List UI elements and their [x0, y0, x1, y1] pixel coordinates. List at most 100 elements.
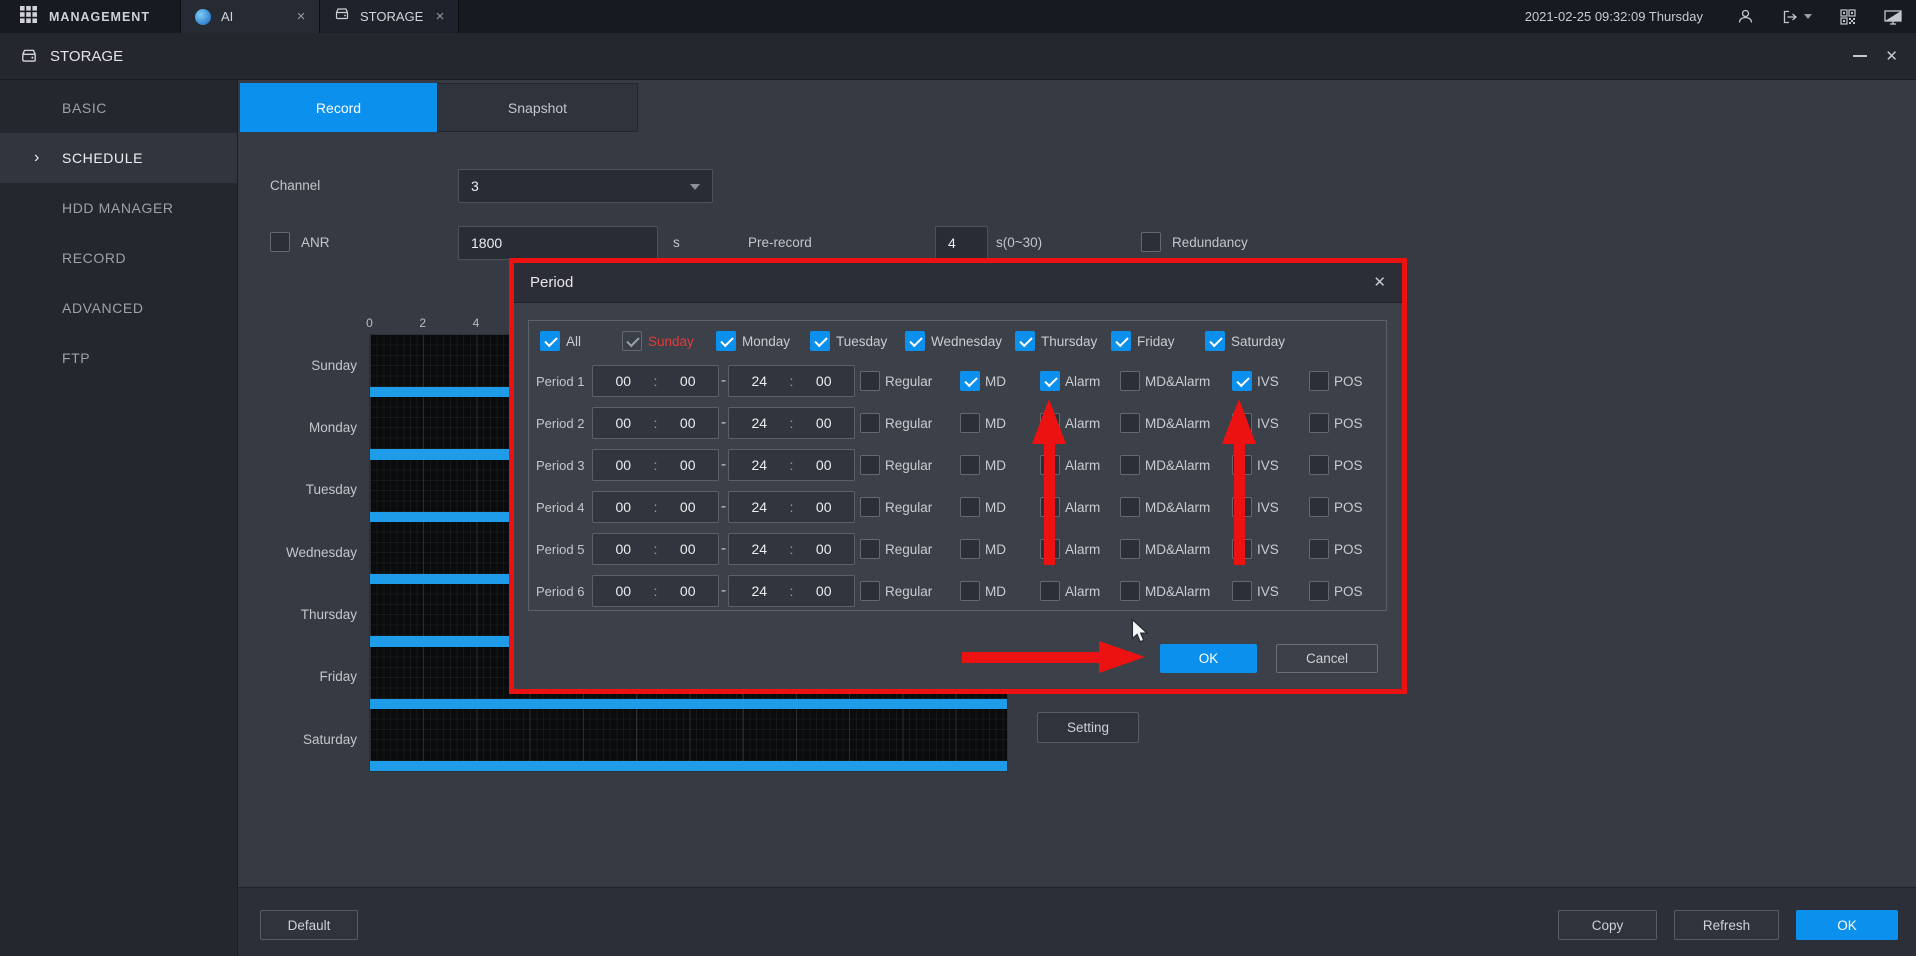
minimize-icon[interactable]	[1853, 55, 1867, 57]
record-type-md[interactable]: MD	[955, 581, 1035, 601]
checkbox-md[interactable]	[960, 413, 980, 433]
logout-icon[interactable]	[1782, 9, 1812, 25]
record-type-md-alarm[interactable]: MD&Alarm	[1115, 413, 1227, 433]
checkbox-md-alarm[interactable]	[1120, 455, 1140, 475]
checkbox-monday[interactable]	[716, 331, 736, 351]
day-checkbox-group-all[interactable]: All	[540, 331, 622, 351]
record-type-md-alarm[interactable]: MD&Alarm	[1115, 455, 1227, 475]
checkbox-md[interactable]	[960, 539, 980, 559]
record-type-md-alarm[interactable]: MD&Alarm	[1115, 581, 1227, 601]
redundancy-checkbox[interactable]	[1141, 232, 1161, 252]
checkbox-pos[interactable]	[1309, 539, 1329, 559]
checkbox-md[interactable]	[960, 371, 980, 391]
record-type-md[interactable]: MD	[955, 539, 1035, 559]
record-type-md[interactable]: MD	[955, 371, 1035, 391]
checkbox-md-alarm[interactable]	[1120, 581, 1140, 601]
checkbox-wednesday[interactable]	[905, 331, 925, 351]
record-type-regular[interactable]: Regular	[855, 497, 955, 517]
sidebar-item-ftp[interactable]: FTP	[0, 333, 237, 383]
checkbox-saturday[interactable]	[1205, 331, 1225, 351]
window-titlebar[interactable]: STORAGE	[0, 33, 1916, 80]
checkbox-regular[interactable]	[860, 497, 880, 517]
anr-checkbox[interactable]	[270, 232, 290, 252]
end-time-input[interactable]: 24:00	[728, 407, 855, 439]
tab-storage[interactable]: STORAGE	[319, 0, 459, 33]
setting-button[interactable]: Setting	[1037, 712, 1139, 743]
day-checkbox-group-saturday[interactable]: Saturday	[1205, 331, 1301, 351]
checkbox-pos[interactable]	[1309, 371, 1329, 391]
record-type-md-alarm[interactable]: MD&Alarm	[1115, 539, 1227, 559]
checkbox-md-alarm[interactable]	[1120, 539, 1140, 559]
checkbox-md-alarm[interactable]	[1120, 413, 1140, 433]
checkbox-pos[interactable]	[1309, 413, 1329, 433]
checkbox-md[interactable]	[960, 455, 980, 475]
display-icon[interactable]	[1884, 9, 1902, 25]
checkbox-md-alarm[interactable]	[1120, 371, 1140, 391]
dialog-titlebar[interactable]: Period	[514, 263, 1402, 303]
record-type-pos[interactable]: POS	[1304, 497, 1374, 517]
record-type-alarm[interactable]: Alarm	[1035, 371, 1115, 391]
qr-code-icon[interactable]	[1840, 9, 1856, 25]
checkbox-regular[interactable]	[860, 455, 880, 475]
day-checkbox-group-monday[interactable]: Monday	[716, 331, 810, 351]
record-type-alarm[interactable]: Alarm	[1035, 581, 1115, 601]
tab-snapshot[interactable]: Snapshot	[437, 83, 638, 132]
checkbox-md[interactable]	[960, 581, 980, 601]
sidebar-item-basic[interactable]: BASIC	[0, 83, 237, 133]
channel-select[interactable]: 3	[458, 169, 713, 203]
checkbox-all[interactable]	[540, 331, 560, 351]
sidebar-item-record[interactable]: RECORD	[0, 233, 237, 283]
checkbox-tuesday[interactable]	[810, 331, 830, 351]
start-time-input[interactable]: 00:00	[592, 575, 719, 607]
close-icon[interactable]	[1373, 275, 1386, 290]
start-time-input[interactable]: 00:00	[592, 449, 719, 481]
record-type-regular[interactable]: Regular	[855, 413, 955, 433]
record-type-regular[interactable]: Regular	[855, 581, 955, 601]
schedule-row-saturday[interactable]	[370, 709, 1007, 771]
start-time-input[interactable]: 00:00	[592, 491, 719, 523]
checkbox-alarm[interactable]	[1040, 371, 1060, 391]
close-icon[interactable]	[1885, 49, 1898, 64]
record-type-md[interactable]: MD	[955, 455, 1035, 475]
day-checkbox-group-tuesday[interactable]: Tuesday	[810, 331, 905, 351]
close-icon[interactable]	[432, 9, 448, 24]
record-type-pos[interactable]: POS	[1304, 371, 1374, 391]
record-type-md[interactable]: MD	[955, 497, 1035, 517]
record-type-md-alarm[interactable]: MD&Alarm	[1115, 497, 1227, 517]
end-time-input[interactable]: 24:00	[728, 449, 855, 481]
end-time-input[interactable]: 24:00	[728, 533, 855, 565]
record-type-regular[interactable]: Regular	[855, 539, 955, 559]
record-type-ivs[interactable]: IVS	[1227, 371, 1304, 391]
start-time-input[interactable]: 00:00	[592, 407, 719, 439]
end-time-input[interactable]: 24:00	[728, 575, 855, 607]
management-menu[interactable]: MANAGEMENT	[0, 0, 180, 33]
tab-record[interactable]: Record	[240, 83, 437, 132]
record-type-regular[interactable]: Regular	[855, 371, 955, 391]
checkbox-pos[interactable]	[1309, 455, 1329, 475]
record-type-pos[interactable]: POS	[1304, 539, 1374, 559]
tab-ai[interactable]: AI	[180, 0, 320, 33]
dialog-ok-button[interactable]: OK	[1160, 644, 1257, 673]
checkbox-regular[interactable]	[860, 371, 880, 391]
checkbox-pos[interactable]	[1309, 497, 1329, 517]
day-checkbox-group-wednesday[interactable]: Wednesday	[905, 331, 1015, 351]
end-time-input[interactable]: 24:00	[728, 491, 855, 523]
record-type-md[interactable]: MD	[955, 413, 1035, 433]
copy-button[interactable]: Copy	[1558, 910, 1657, 940]
sidebar-item-hdd-manager[interactable]: HDD MANAGER	[0, 183, 237, 233]
record-type-pos[interactable]: POS	[1304, 455, 1374, 475]
ok-button[interactable]: OK	[1796, 910, 1898, 940]
checkbox-md[interactable]	[960, 497, 980, 517]
record-type-pos[interactable]: POS	[1304, 413, 1374, 433]
checkbox-ivs[interactable]	[1232, 581, 1252, 601]
record-type-md-alarm[interactable]: MD&Alarm	[1115, 371, 1227, 391]
dialog-cancel-button[interactable]: Cancel	[1276, 644, 1378, 673]
checkbox-pos[interactable]	[1309, 581, 1329, 601]
record-type-regular[interactable]: Regular	[855, 455, 955, 475]
end-time-input[interactable]: 24:00	[728, 365, 855, 397]
day-checkbox-group-sunday[interactable]: Sunday	[622, 331, 716, 351]
refresh-button[interactable]: Refresh	[1674, 910, 1779, 940]
checkbox-ivs[interactable]	[1232, 371, 1252, 391]
checkbox-regular[interactable]	[860, 413, 880, 433]
default-button[interactable]: Default	[260, 910, 358, 940]
